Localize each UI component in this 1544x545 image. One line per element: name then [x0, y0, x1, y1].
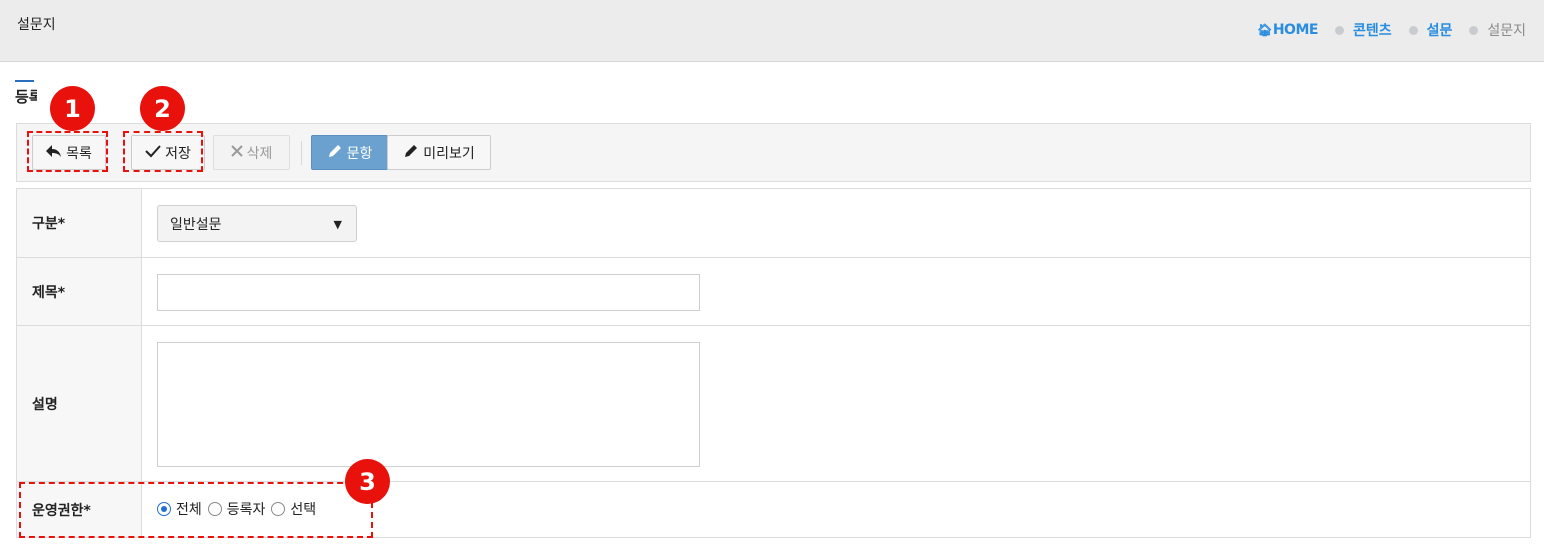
- breadcrumb-separator: [1469, 25, 1479, 35]
- callout-1: 1: [50, 86, 95, 131]
- title-row: 제목*: [17, 258, 1530, 326]
- title-input[interactable]: [157, 274, 700, 311]
- highlight-save-button: [123, 131, 203, 172]
- description-label: 설명: [17, 326, 142, 481]
- section-title: 등록: [15, 88, 37, 106]
- top-bar: 설문지 🏠︎ HOME 콘텐츠 설문 설문지: [0, 0, 1544, 62]
- question-button-label: 문항: [346, 145, 373, 162]
- breadcrumb-item-survey[interactable]: 설문: [1427, 20, 1453, 40]
- highlight-permission-row: [19, 482, 373, 538]
- category-select[interactable]: 일반설문 ▼: [157, 205, 357, 242]
- breadcrumb-separator: [1334, 25, 1344, 35]
- title-label: 제목*: [17, 258, 142, 325]
- preview-button-label: 미리보기: [423, 145, 475, 162]
- caret-down-icon: ▼: [333, 218, 342, 231]
- x-icon: [230, 145, 243, 160]
- delete-button-label: 삭제: [246, 145, 273, 162]
- description-row: 설명: [17, 326, 1530, 482]
- callout-3: 3: [345, 459, 390, 504]
- category-label: 구분*: [17, 189, 142, 257]
- pencil-icon: [403, 143, 419, 162]
- callout-2: 2: [140, 86, 185, 131]
- section-marker: [15, 80, 34, 82]
- breadcrumb: 🏠︎ HOME 콘텐츠 설문 설문지: [1257, 20, 1526, 40]
- category-row: 구분* 일반설문 ▼: [17, 189, 1530, 258]
- question-button[interactable]: 문항: [311, 135, 388, 170]
- breadcrumb-home[interactable]: 🏠︎ HOME: [1257, 22, 1318, 38]
- pencil-icon: [327, 143, 343, 162]
- toolbar-divider: [301, 141, 302, 165]
- delete-button[interactable]: 삭제: [213, 135, 290, 170]
- home-icon: 🏠︎: [1257, 23, 1272, 37]
- breadcrumb-separator: [1408, 25, 1418, 35]
- breadcrumb-item-survey-sheet: 설문지: [1487, 23, 1526, 39]
- breadcrumb-item-contents[interactable]: 콘텐츠: [1353, 20, 1392, 40]
- page-title: 설문지: [17, 17, 56, 33]
- description-textarea[interactable]: [157, 342, 700, 467]
- category-select-value: 일반설문: [170, 216, 222, 233]
- highlight-list-button: [27, 131, 108, 172]
- preview-button[interactable]: 미리보기: [387, 135, 491, 170]
- toolbar: 목록 저장 삭제 문항 미리보기: [16, 123, 1531, 182]
